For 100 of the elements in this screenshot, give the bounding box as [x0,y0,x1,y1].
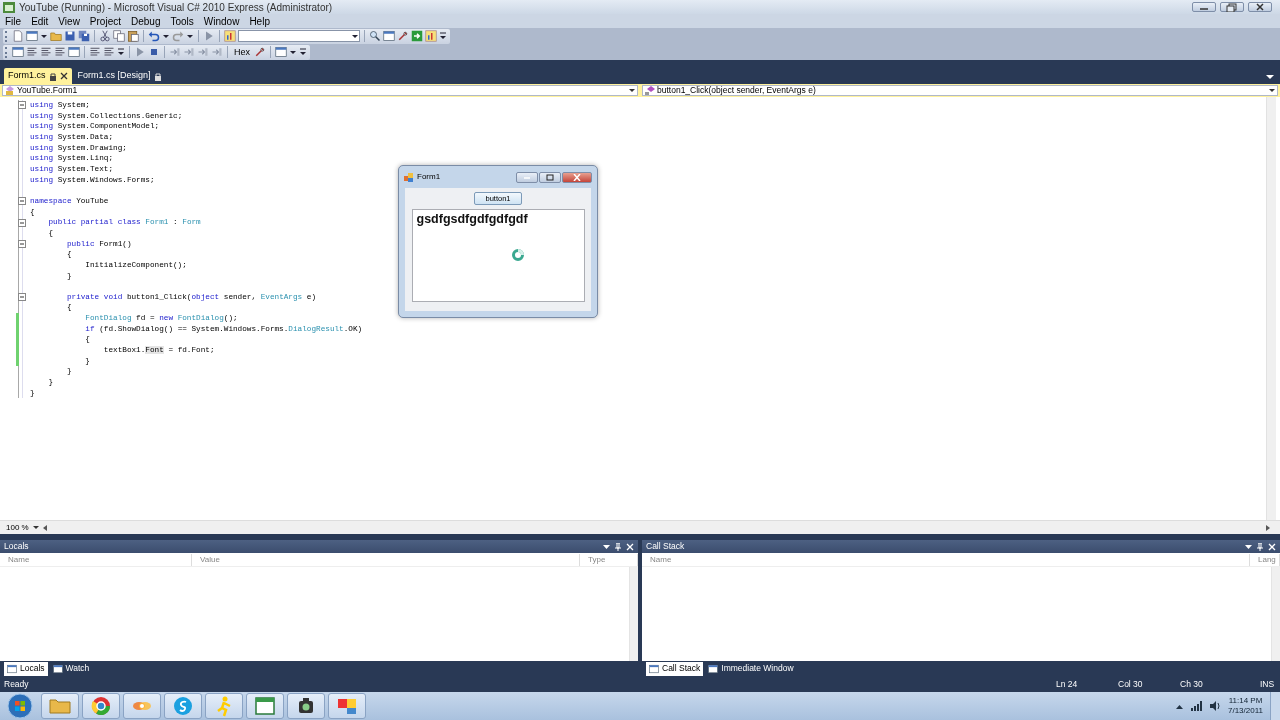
browser-icon [90,695,112,717]
status-position: Ch 30 [1180,677,1204,691]
window-icon[interactable] [383,30,395,42]
column-header[interactable]: Type [580,553,638,566]
pin-icon[interactable] [1256,542,1264,551]
list-icon[interactable] [89,46,101,58]
type-dropdown[interactable]: YouTube.Form1 [2,85,638,96]
collapse-icon[interactable] [18,293,26,302]
list-icon[interactable] [40,46,52,58]
column-header[interactable]: Name [0,553,192,566]
caret-icon[interactable] [40,32,48,40]
caret-icon[interactable] [289,48,297,56]
vertical-scrollbar[interactable] [629,567,638,661]
overflow-icon[interactable] [439,32,447,40]
collapse-icon[interactable] [18,197,26,206]
cut-icon[interactable] [99,30,111,42]
status-message: Ready [4,677,30,691]
class-icon [5,86,15,95]
minimize-icon [522,174,532,180]
wrench-icon[interactable] [397,30,409,42]
stop-icon[interactable] [148,46,160,58]
menu-item[interactable]: File [0,13,27,29]
document-tab[interactable]: Form1.cs [Design] [73,68,166,84]
document-icon[interactable] [12,30,24,42]
lock-icon [153,71,162,81]
scroll-right-icon[interactable] [1266,524,1270,531]
save-all-icon[interactable] [78,30,90,42]
show-hidden-icons-icon[interactable] [1176,703,1183,709]
taskbar-button[interactable] [287,693,325,719]
paste-icon[interactable] [127,30,139,42]
maximize-icon [545,173,555,181]
play-icon[interactable] [134,46,146,58]
wrench-icon[interactable] [254,46,266,58]
find-combo-box[interactable] [238,30,360,42]
copy-icon[interactable] [113,30,125,42]
clock[interactable]: 11:14 PM 7/13/2011 [1228,696,1263,716]
dropdown-icon[interactable] [603,544,610,549]
collapse-icon[interactable] [18,101,26,110]
arrow-icon[interactable] [411,30,423,42]
column-header[interactable]: Lang [1250,553,1280,566]
hex-button[interactable]: Hex [232,46,252,58]
maximize-button[interactable] [539,171,561,183]
text-field[interactable]: gsdfgsdfgdfgdfgdf [411,209,585,302]
menu-item[interactable]: Edit [26,13,54,29]
close-icon[interactable] [59,72,68,80]
chart-icon[interactable] [425,30,437,42]
list-icon[interactable] [103,46,115,58]
search-icon[interactable] [369,30,381,42]
list-icon[interactable] [26,46,38,58]
window-icon[interactable] [12,46,24,58]
zoom-dropdown[interactable]: 100 % [6,521,39,534]
caret-icon [629,88,635,93]
minimize-button[interactable] [1192,2,1216,12]
overflow-icon[interactable] [299,48,307,56]
window-icon[interactable] [26,30,38,42]
undo-icon[interactable] [148,30,160,42]
method-icon [645,86,655,95]
status-mode: INS [1260,677,1276,691]
speaker-icon[interactable] [1210,701,1220,711]
close-button[interactable] [1248,2,1272,12]
window-icon [254,695,276,717]
caret-icon[interactable] [186,32,194,40]
menu-item[interactable]: View [53,13,85,29]
pin-icon[interactable] [614,542,622,551]
scroll-left-icon[interactable] [42,524,47,531]
menu-item[interactable]: Debug [126,13,166,29]
collapse-icon[interactable] [18,239,26,248]
dropdown-icon[interactable] [1266,75,1274,80]
window-icon[interactable] [275,46,287,58]
restore-button[interactable] [1220,2,1244,12]
panel-tab[interactable]: Call Stack [646,661,704,676]
panel-tab[interactable]: Immediate Window [705,661,797,676]
vertical-scrollbar[interactable] [1271,567,1280,661]
dropdown-icon[interactable] [1245,544,1252,549]
caret-icon[interactable] [162,32,170,40]
window-title: YouTube (Running) - Microsoft Visual C# 2010 Express (Administrator) [19,0,334,15]
column-header[interactable]: Value [192,553,580,566]
collapse-icon[interactable] [18,218,26,227]
window-icon [708,663,719,674]
menu-item[interactable]: Help [244,13,275,29]
minimize-button[interactable] [516,171,538,183]
close-icon [572,173,582,181]
overflow-icon[interactable] [117,48,125,56]
window-icon[interactable] [68,46,80,58]
menu-item[interactable]: Project [84,13,126,29]
play-icon[interactable] [203,30,215,42]
panel-tab[interactable]: Watch [49,661,93,676]
vertical-scrollbar[interactable] [1266,97,1276,520]
menu-item[interactable]: Window [198,13,245,29]
chart-icon[interactable] [224,30,236,42]
close-button[interactable] [562,171,592,183]
signal-icon[interactable] [1191,701,1202,711]
document-tab[interactable]: Form1.cs [4,68,72,84]
member-dropdown[interactable]: button1_Click(object sender, EventArgs e) [642,85,1278,96]
app-icon [3,1,15,13]
column-header[interactable]: Name [642,553,1250,566]
list-icon[interactable] [54,46,66,58]
save-icon[interactable] [64,30,76,42]
panel-tab[interactable]: Locals [4,661,48,676]
menu-item[interactable]: Tools [165,13,199,29]
